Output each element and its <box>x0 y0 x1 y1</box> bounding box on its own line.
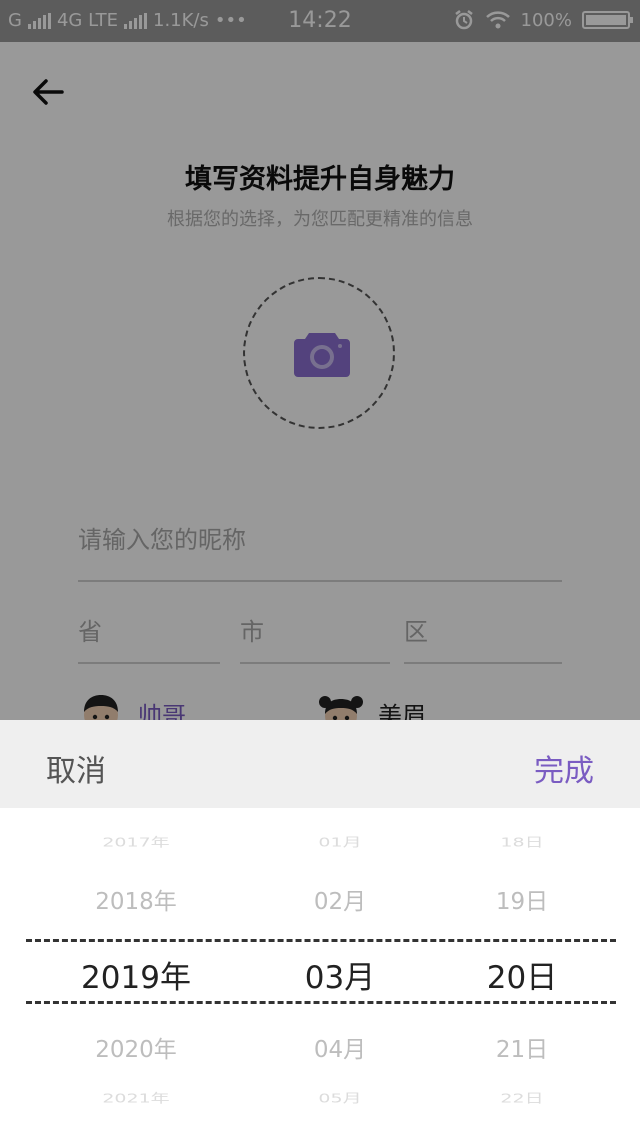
year-wheel[interactable]: 2017年 2018年 2019年 2020年 2021年 <box>36 808 236 1138</box>
month-option: 01月 <box>318 835 362 850</box>
selection-divider-bottom <box>26 1001 616 1004</box>
year-option: 2018年 <box>95 889 177 915</box>
month-option: 05月 <box>318 1091 362 1106</box>
year-option: 2017年 <box>102 835 170 850</box>
month-option: 04月 <box>313 1037 367 1063</box>
year-option: 2021年 <box>102 1091 170 1106</box>
day-option-selected: 20日 <box>486 960 558 996</box>
done-button[interactable]: 完成 <box>534 746 594 790</box>
day-option: 18日 <box>500 835 544 850</box>
month-option: 02月 <box>313 889 367 915</box>
month-option-selected: 03月 <box>304 960 376 996</box>
day-wheel[interactable]: 18日 19日 20日 21日 22日 <box>422 808 622 1138</box>
date-picker-sheet: 取消 完成 2017年 2018年 2019年 2020年 2021年 01月 … <box>0 720 640 1138</box>
selection-divider-top <box>26 939 616 942</box>
cancel-button[interactable]: 取消 <box>46 746 106 790</box>
picker-toolbar: 取消 完成 <box>0 720 640 808</box>
day-option: 21日 <box>495 1037 549 1063</box>
day-option: 19日 <box>495 889 549 915</box>
day-option: 22日 <box>500 1091 544 1106</box>
year-option: 2020年 <box>95 1037 177 1063</box>
year-option-selected: 2019年 <box>81 960 191 996</box>
month-wheel[interactable]: 01月 02月 03月 04月 05月 <box>240 808 440 1138</box>
